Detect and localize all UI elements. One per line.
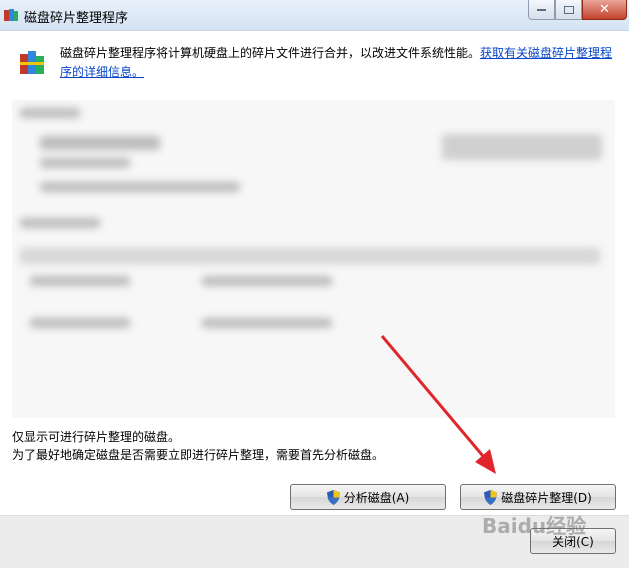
info-line-1: 仅显示可进行碎片整理的磁盘。 xyxy=(12,430,181,444)
analyze-label: 分析磁盘(A) xyxy=(343,490,410,505)
defragment-disk-button[interactable]: 磁盘碎片整理(D) xyxy=(460,484,616,510)
disk-list-panel-blurred xyxy=(12,100,615,418)
minimize-icon xyxy=(537,8,546,11)
maximize-icon xyxy=(563,5,574,14)
defrag-app-icon xyxy=(20,51,44,74)
uac-shield-icon xyxy=(326,489,340,505)
window-title: 磁盘碎片整理程序 xyxy=(24,11,129,26)
analyze-disk-button[interactable]: 分析磁盘(A) xyxy=(290,484,446,510)
defrag-label: 磁盘碎片整理(D) xyxy=(501,490,592,505)
info-line-2: 为了最好地确定磁盘是否需要立即进行碎片整理，需要首先分析磁盘。 xyxy=(12,448,385,462)
header-description: 磁盘碎片整理程序将计算机硬盘上的碎片文件进行合并，以改进文件系统性能。获取有关磁… xyxy=(60,44,620,82)
close-icon: ✕ xyxy=(599,2,610,17)
uac-shield-icon xyxy=(484,489,498,505)
close-window-button[interactable]: ✕ xyxy=(582,0,627,20)
minimize-button[interactable] xyxy=(528,0,555,20)
defrag-app-icon xyxy=(4,9,18,21)
maximize-button[interactable] xyxy=(555,0,582,20)
watermark: Baidu经验 xyxy=(482,514,587,538)
description-text: 磁盘碎片整理程序将计算机硬盘上的碎片文件进行合并，以改进文件系统性能。 xyxy=(60,46,481,60)
title-bar: 磁盘碎片整理程序 ✕ xyxy=(0,0,629,31)
